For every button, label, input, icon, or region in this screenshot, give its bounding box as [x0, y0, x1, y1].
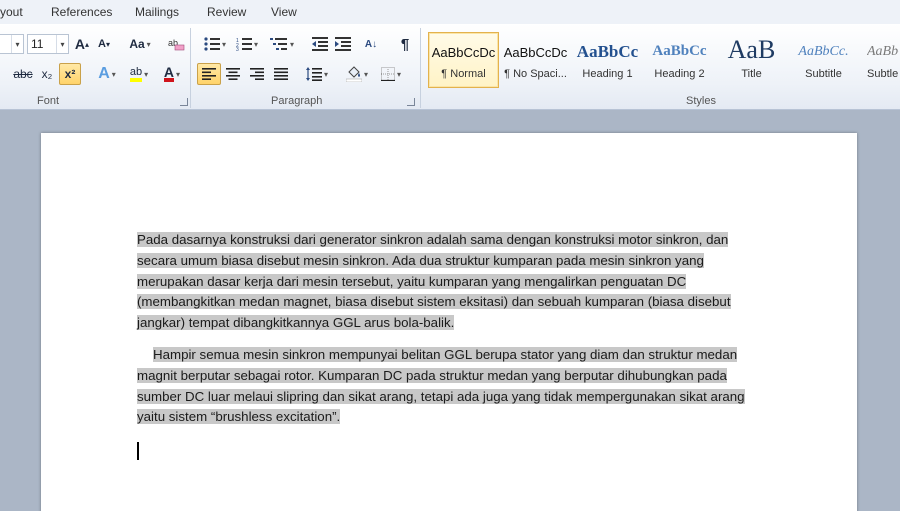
font-color-button[interactable]: A: [157, 63, 187, 85]
decrease-indent-button[interactable]: [309, 33, 331, 55]
line-spacing-icon: [305, 67, 322, 81]
show-formatting-button[interactable]: ¶: [394, 33, 416, 55]
sort-button[interactable]: A↓: [360, 33, 382, 55]
line-spacing-button[interactable]: [302, 63, 332, 85]
paragraph-text: Pada dasarnya konstruksi dari generator …: [137, 232, 731, 331]
multilevel-list-icon: [269, 38, 287, 50]
document-page[interactable]: Pada dasarnya konstruksi dari generator …: [41, 133, 857, 511]
style-name: ¶ Normal: [441, 68, 486, 80]
grow-font-icon: A: [74, 36, 86, 52]
style-name: Title: [741, 68, 762, 80]
align-center-button[interactable]: [222, 63, 244, 85]
styles-group-label: Styles: [686, 95, 716, 107]
document-paragraph[interactable]: Hampir semua mesin sinkron mempunyai bel…: [137, 345, 757, 428]
style-no-spacing[interactable]: AaBbCcDc ¶ No Spaci...: [500, 32, 571, 88]
text-effects-button[interactable]: A: [93, 63, 121, 85]
style-name: Heading 1: [582, 68, 633, 80]
shrink-font-icon: A: [98, 38, 106, 50]
font-size-combo[interactable]: 11 ▾: [27, 34, 69, 54]
clear-formatting-icon: ab: [168, 38, 185, 51]
style-sample: AaB: [727, 35, 776, 64]
paragraph-dialog-launcher-icon[interactable]: [407, 98, 415, 106]
chevron-down-icon[interactable]: ▾: [11, 35, 23, 53]
style-heading-2[interactable]: AaBbCc Heading 2: [644, 32, 715, 88]
tab-references[interactable]: References: [51, 5, 112, 19]
group-divider: [420, 28, 421, 108]
style-sample: AaBbCc: [576, 42, 639, 61]
style-subtitle[interactable]: AaBbCc. Subtitle: [788, 32, 859, 88]
numbering-button[interactable]: 1 2 3: [232, 33, 262, 55]
change-case-button[interactable]: Aa: [124, 33, 156, 55]
subscript-button[interactable]: x₂: [36, 63, 58, 85]
numbering-icon: 1 2 3: [236, 38, 252, 51]
style-name: Subtitle: [805, 68, 842, 80]
bullets-icon: [204, 37, 220, 51]
align-right-button[interactable]: [246, 63, 268, 85]
superscript-icon: x²: [64, 67, 76, 81]
increase-indent-button[interactable]: [332, 33, 354, 55]
style-title[interactable]: AaB Title: [716, 32, 787, 88]
font-dialog-launcher-icon[interactable]: [180, 98, 188, 106]
justify-button[interactable]: [270, 63, 292, 85]
bullets-button[interactable]: [201, 33, 229, 55]
document-paragraph[interactable]: Pada dasarnya konstruksi dari generator …: [137, 230, 757, 334]
subscript-icon: x₂: [41, 67, 53, 81]
style-normal[interactable]: AaBbCcDc ¶ Normal: [428, 32, 499, 88]
group-divider: [190, 28, 191, 108]
font-group-label: Font: [37, 95, 60, 107]
clear-formatting-button[interactable]: ab: [164, 33, 188, 55]
font-name-combo[interactable]: ▾: [0, 34, 24, 54]
highlighter-icon: ab: [129, 66, 143, 82]
align-center-icon: [226, 68, 240, 80]
justify-icon: [274, 68, 288, 80]
style-name: Heading 2: [654, 68, 705, 80]
style-sample: AaBbCc.: [798, 44, 849, 59]
ribbon: ▾ 11 ▾ A▴ A▾ Aa ab abc x₂ x² A ab A Font: [0, 24, 900, 110]
style-sample: AaBbCcDc: [503, 45, 568, 60]
style-heading-1[interactable]: AaBbCc Heading 1: [572, 32, 643, 88]
text-effects-icon: A: [98, 65, 110, 82]
shrink-font-button[interactable]: A ▾: [94, 33, 114, 55]
borders-button[interactable]: [376, 63, 406, 85]
paint-bucket-icon: [345, 66, 362, 82]
align-left-button[interactable]: [197, 63, 221, 85]
pilcrow-icon: ¶: [400, 35, 410, 53]
grow-font-button[interactable]: A ▴: [72, 33, 92, 55]
paragraph-group-label: Paragraph: [271, 95, 323, 107]
tab-page-layout[interactable]: yout: [0, 5, 23, 19]
tab-review[interactable]: Review: [207, 5, 246, 19]
text-highlight-button[interactable]: ab: [124, 63, 154, 85]
strikethrough-button[interactable]: abc: [12, 63, 34, 85]
font-color-icon: A: [163, 64, 175, 82]
style-subtle-emphasis[interactable]: AaBbC Subtle: [860, 32, 900, 88]
font-size-value: 11: [31, 37, 44, 51]
text-cursor: [137, 442, 139, 460]
align-left-icon: [202, 68, 216, 80]
shading-button[interactable]: [342, 63, 372, 85]
paragraph-text: Hampir semua mesin sinkron mempunyai bel…: [137, 347, 745, 425]
superscript-button[interactable]: x²: [59, 63, 81, 85]
style-sample: AaBbC: [867, 44, 899, 59]
align-right-icon: [250, 68, 264, 80]
ribbon-tab-strip: yout References Mailings Review View: [0, 0, 900, 24]
decrease-indent-icon: [312, 37, 328, 51]
strikethrough-icon: abc: [13, 67, 33, 81]
borders-icon: [380, 67, 395, 81]
tab-view[interactable]: View: [271, 5, 297, 19]
style-name: Subtle: [867, 68, 899, 80]
tab-mailings[interactable]: Mailings: [135, 5, 179, 19]
sort-icon: A↓: [364, 38, 378, 50]
style-sample: AaBbCcDc: [431, 45, 496, 60]
chevron-down-icon[interactable]: ▾: [56, 35, 68, 53]
change-case-icon: Aa: [129, 37, 145, 51]
style-sample: AaBbCc: [652, 43, 707, 59]
style-name: ¶ No Spaci...: [504, 68, 567, 80]
multilevel-list-button[interactable]: [266, 33, 298, 55]
increase-indent-icon: [335, 37, 351, 51]
svg-text:3: 3: [236, 47, 239, 51]
